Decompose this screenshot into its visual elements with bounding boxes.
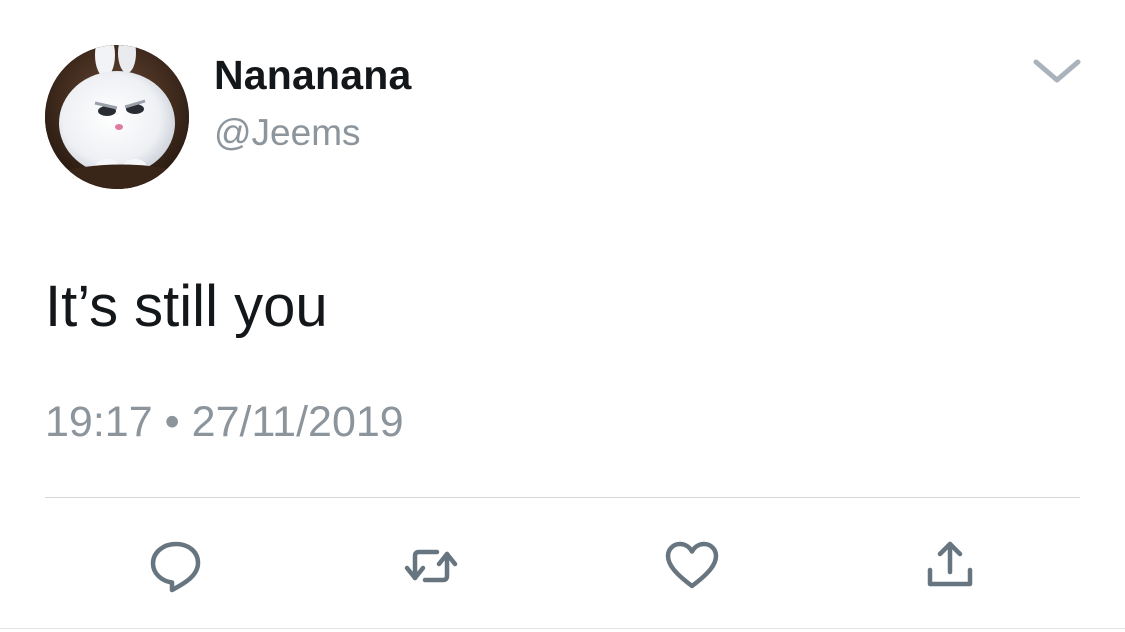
tweet-text: It’s still you bbox=[45, 274, 328, 339]
heart-icon bbox=[665, 541, 719, 589]
chevron-down-icon bbox=[1033, 59, 1081, 83]
tweet-time: 19:17 bbox=[45, 398, 153, 446]
tweet-card: Nananana @Jeems It’s still you 19:17 • 27/… bbox=[0, 0, 1125, 632]
user-handle[interactable]: @Jeems bbox=[214, 112, 361, 154]
bunny-avatar-icon bbox=[45, 45, 189, 189]
like-button[interactable] bbox=[664, 538, 720, 594]
display-name[interactable]: Nananana bbox=[214, 52, 412, 99]
timestamp-separator: • bbox=[164, 398, 180, 446]
divider bbox=[45, 497, 1080, 498]
bottom-divider bbox=[0, 628, 1125, 629]
reply-bubble-icon bbox=[150, 541, 201, 593]
reply-button[interactable] bbox=[148, 538, 204, 594]
tweet-timestamp: 19:17 • 27/11/2019 bbox=[45, 398, 404, 447]
more-options-button[interactable] bbox=[1030, 52, 1084, 88]
retweet-icon bbox=[404, 549, 458, 583]
share-button[interactable] bbox=[922, 538, 978, 594]
avatar[interactable] bbox=[45, 45, 189, 189]
tweet-date: 27/11/2019 bbox=[191, 398, 404, 446]
share-upload-icon bbox=[927, 541, 973, 587]
retweet-button[interactable] bbox=[403, 538, 459, 594]
